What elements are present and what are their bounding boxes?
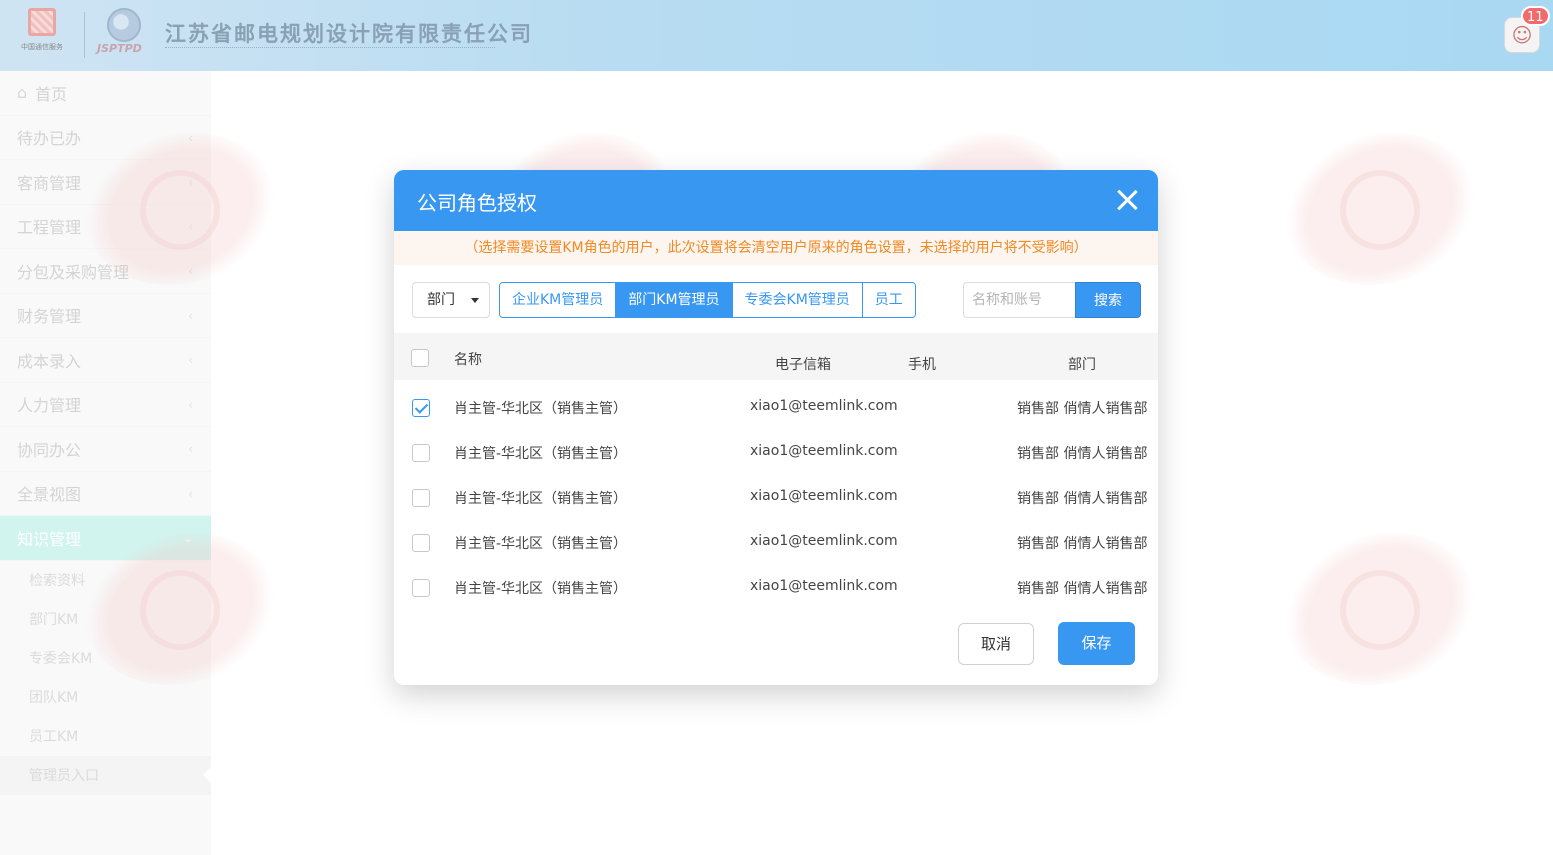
row-checkbox[interactable] (412, 489, 430, 507)
jsptpd-globe-icon (107, 8, 141, 42)
row-checkbox[interactable] (412, 534, 430, 552)
dept-select-value: 部门 (427, 292, 455, 308)
table-row[interactable]: 肖主管-华北区（销售主管） xiao1@teemlink.com 销售部 俏情人… (394, 565, 1158, 610)
logo2-caption: JSPTPD (97, 42, 142, 55)
table-row[interactable]: 肖主管-华北区（销售主管） xiao1@teemlink.com 销售部 俏情人… (394, 430, 1158, 475)
column-header-name: 名称 (454, 352, 482, 368)
role-tab-employee[interactable]: 员工 (862, 283, 915, 317)
notification-badge[interactable]: 11 (1521, 6, 1550, 26)
search-input[interactable] (963, 282, 1076, 318)
row-name: 肖主管-华北区（销售主管） (454, 491, 628, 507)
row-dept: 销售部 俏情人销售部 (1017, 536, 1148, 552)
row-name: 肖主管-华北区（销售主管） (454, 401, 628, 417)
row-dept: 销售部 俏情人销售部 (1017, 446, 1148, 462)
row-dept: 销售部 俏情人销售部 (1017, 401, 1148, 417)
company-name: 江苏省邮电规划设计院有限责任公司 (165, 22, 533, 46)
row-name: 肖主管-华北区（销售主管） (454, 536, 628, 552)
role-tab-enterprise-km-admin[interactable]: 企业KM管理员 (500, 283, 617, 317)
save-button[interactable]: 保存 (1058, 622, 1135, 665)
dialog-notice: （选择需要设置KM角色的用户，此次设置将会清空用户原来的角色设置，未选择的用户将… (394, 231, 1158, 265)
search-button[interactable]: 搜索 (1075, 282, 1141, 318)
row-checkbox[interactable] (412, 579, 430, 597)
role-auth-dialog: 公司角色授权 （选择需要设置KM角色的用户，此次设置将会清空用户原来的角色设置，… (394, 170, 1158, 685)
company-name-underline (165, 47, 495, 51)
role-tab-committee-km-admin[interactable]: 专委会KM管理员 (732, 283, 863, 317)
china-comservice-logo: 中国通信服务 (12, 8, 72, 60)
dept-select[interactable]: 部门 (412, 282, 490, 318)
select-all-checkbox[interactable] (411, 349, 429, 367)
row-dept: 销售部 俏情人销售部 (1017, 581, 1148, 597)
row-name: 肖主管-华北区（销售主管） (454, 446, 628, 462)
row-email: xiao1@teemlink.com (750, 443, 898, 459)
table-row[interactable]: 肖主管-华北区（销售主管） xiao1@teemlink.com 销售部 俏情人… (394, 475, 1158, 520)
row-dept: 销售部 俏情人销售部 (1017, 491, 1148, 507)
row-checkbox[interactable] (412, 399, 430, 417)
row-name: 肖主管-华北区（销售主管） (454, 581, 628, 597)
row-email: xiao1@teemlink.com (750, 488, 898, 504)
cancel-button[interactable]: 取消 (958, 623, 1034, 665)
row-checkbox[interactable] (412, 444, 430, 462)
table-header: 名称 电子信箱 手机 部门 (394, 333, 1158, 380)
table-row[interactable]: 肖主管-华北区（销售主管） xiao1@teemlink.com 销售部 俏情人… (394, 385, 1158, 430)
column-header-email: 电子信箱 (775, 357, 831, 373)
role-tab-group: 企业KM管理员 部门KM管理员 专委会KM管理员 员工 (499, 282, 916, 318)
china-comservice-mark-icon (28, 8, 56, 36)
close-icon[interactable] (1112, 185, 1142, 215)
row-email: xiao1@teemlink.com (750, 533, 898, 549)
column-header-phone: 手机 (908, 357, 936, 373)
column-header-dept: 部门 (1068, 357, 1096, 373)
avatar-face-icon: ☺ (1511, 23, 1533, 47)
dialog-toolbar: 部门 企业KM管理员 部门KM管理员 专委会KM管理员 员工 搜索 (412, 281, 1142, 318)
dialog-header: 公司角色授权 (394, 170, 1158, 231)
row-email: xiao1@teemlink.com (750, 398, 898, 414)
jsptpd-logo: JSPTPD (97, 8, 153, 62)
role-tab-dept-km-admin[interactable]: 部门KM管理员 (616, 283, 733, 317)
dialog-title: 公司角色授权 (417, 191, 537, 215)
logo1-caption: 中国通信服务 (21, 43, 63, 51)
row-email: xiao1@teemlink.com (750, 578, 898, 594)
caret-down-icon (471, 298, 479, 303)
top-header: 中国通信服务 JSPTPD 江苏省邮电规划设计院有限责任公司 ☺ 11 (0, 0, 1553, 71)
table-row[interactable]: 肖主管-华北区（销售主管） xiao1@teemlink.com 销售部 俏情人… (394, 520, 1158, 565)
logo-divider (84, 12, 85, 58)
